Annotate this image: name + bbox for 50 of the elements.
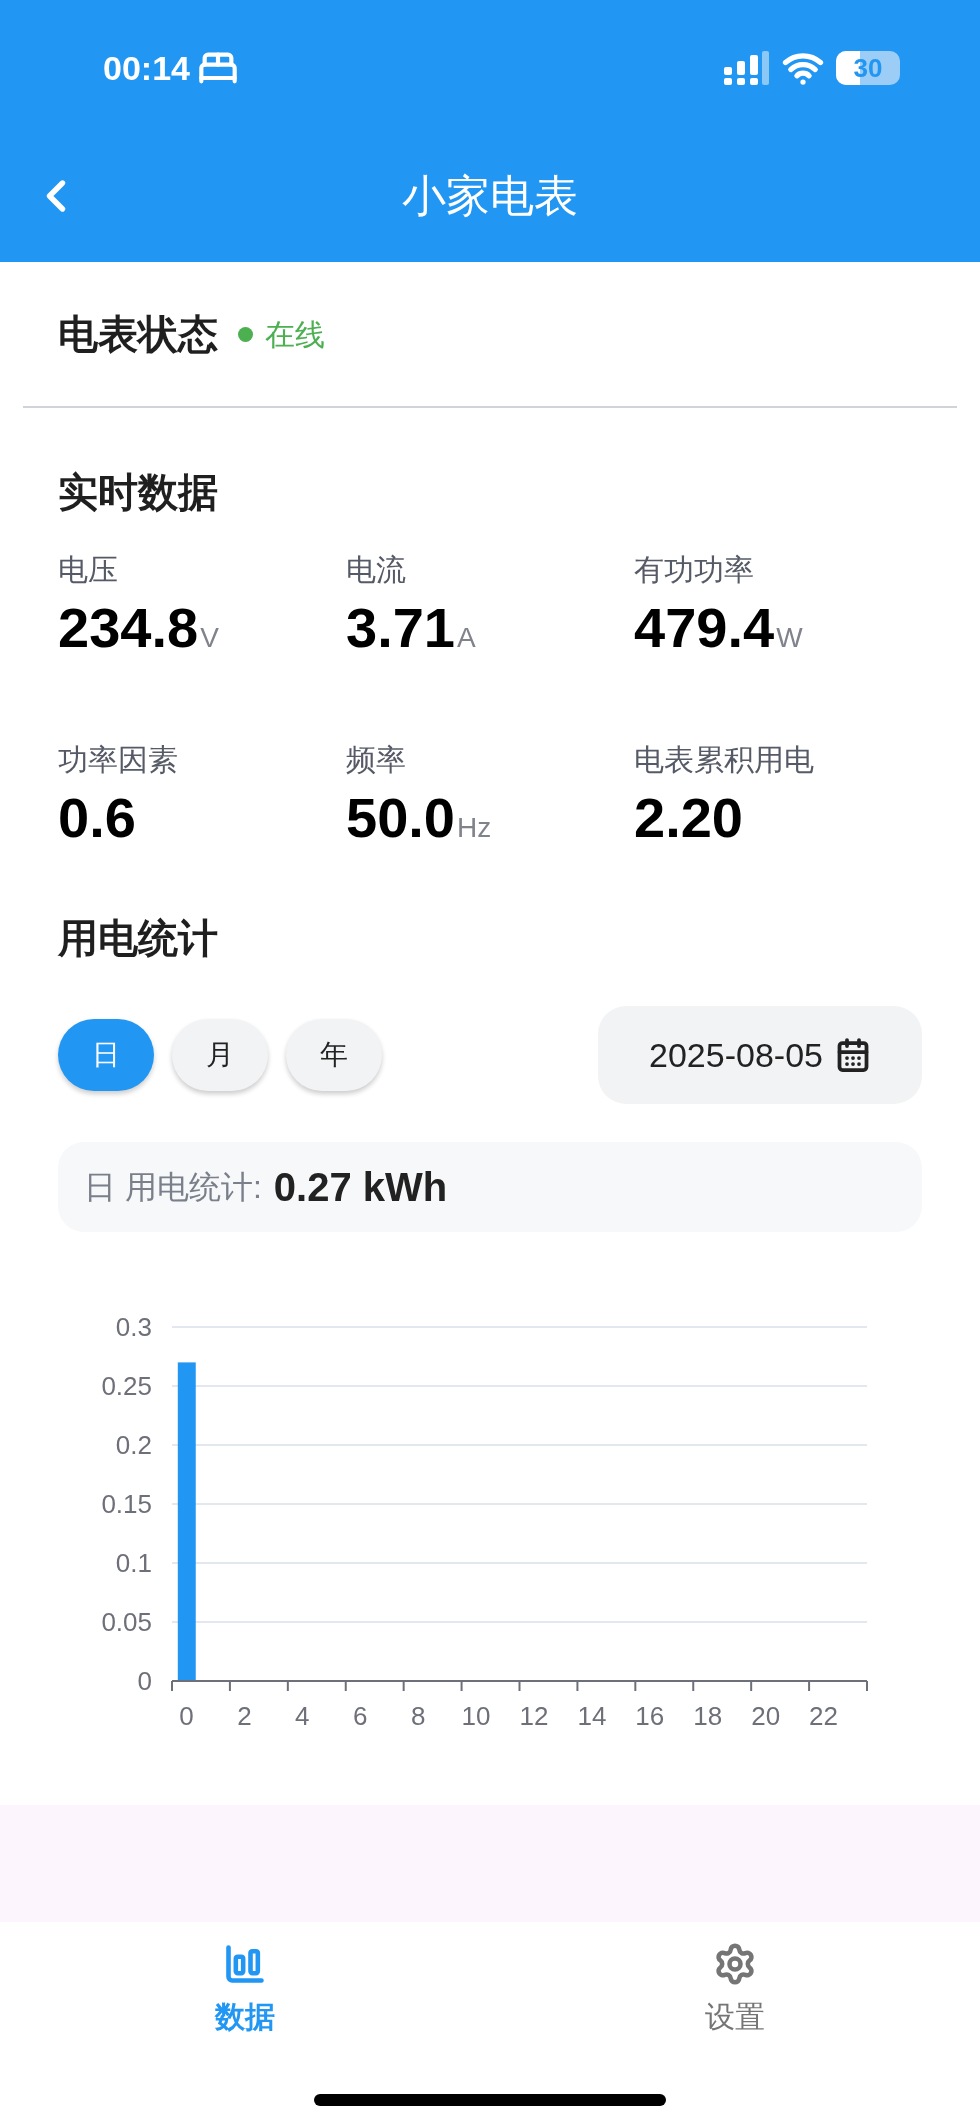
- nav-tab[interactable]: 设置: [490, 1922, 980, 2039]
- x-tick-label: 14: [577, 1701, 607, 1731]
- signal-icon: [724, 51, 770, 85]
- period-button[interactable]: 月: [172, 1019, 268, 1091]
- x-tick-label: 2: [237, 1701, 252, 1731]
- section-title: 用电统计: [58, 915, 219, 962]
- metric-value: 2.20: [634, 786, 743, 850]
- page-title: 小家电表: [402, 170, 578, 222]
- x-tick-label: 0: [179, 1701, 194, 1731]
- date-picker[interactable]: 2025-08-05: [598, 1006, 922, 1104]
- metric-label: 有功功率: [634, 552, 755, 588]
- section-title: 电表状态: [58, 311, 218, 358]
- x-tick-label: 6: [353, 1701, 368, 1731]
- y-tick-label: 0.3: [115, 1312, 152, 1342]
- summary-value: 0.27 kWh: [273, 1164, 448, 1211]
- x-tick-label: 8: [410, 1701, 426, 1731]
- x-tick-label: 20: [751, 1701, 781, 1731]
- x-tick-label: 4: [295, 1701, 310, 1731]
- settings-icon: [713, 1942, 757, 1986]
- metric-unit: Hz: [457, 811, 492, 845]
- metric-value: 0.6: [58, 786, 136, 850]
- metric-label: 频率: [346, 742, 407, 778]
- y-tick-label: 0.25: [101, 1371, 152, 1401]
- metric-value: 3.71: [346, 596, 455, 660]
- y-tick-label: 0.15: [101, 1489, 152, 1519]
- metric-unit: W: [776, 621, 803, 655]
- status-text: 在线: [265, 316, 325, 353]
- section-title: 实时数据: [58, 469, 219, 516]
- metric-label: 电表累积用电: [634, 742, 815, 778]
- bar-chart-icon: [223, 1942, 267, 1986]
- y-tick-label: 0: [137, 1666, 152, 1696]
- x-tick-label: 16: [635, 1701, 665, 1731]
- y-tick-label: 0.05: [101, 1607, 152, 1637]
- metric-label: 功率因素: [58, 742, 179, 778]
- y-tick-label: 0.1: [115, 1548, 152, 1578]
- metric-unit: A: [457, 621, 476, 655]
- status-time: 00:14: [103, 47, 190, 89]
- y-tick-label: 0.2: [115, 1430, 152, 1460]
- metric-label: 电流: [346, 552, 407, 588]
- x-tick-label: 12: [519, 1701, 549, 1731]
- x-tick-label: 22: [809, 1701, 838, 1731]
- metric-value: 50.0: [346, 786, 455, 850]
- x-tick-label: 10: [461, 1701, 491, 1731]
- metric-value: 234.8: [58, 596, 199, 660]
- metric-value: 479.4: [634, 596, 775, 660]
- summary-label: 日 用电统计:: [84, 1168, 262, 1207]
- period-button[interactable]: 年: [286, 1019, 382, 1091]
- metric-unit: V: [200, 621, 219, 655]
- metric-label: 电压: [58, 552, 119, 588]
- x-tick-label: 18: [693, 1701, 723, 1731]
